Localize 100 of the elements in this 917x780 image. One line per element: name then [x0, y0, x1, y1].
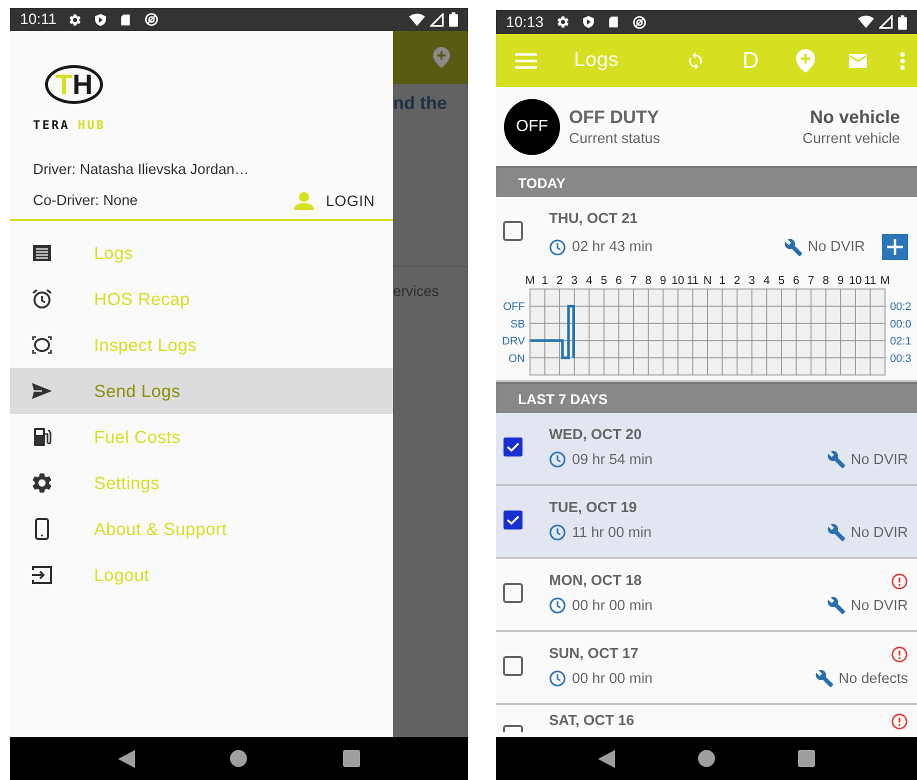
clock-icon [549, 597, 566, 614]
menu-item[interactable]: About & Support [10, 506, 393, 552]
driver-button[interactable]: D [738, 47, 762, 74]
back-icon[interactable] [118, 750, 135, 768]
scan-frame-icon [30, 333, 54, 357]
duty-total: 00:3 [890, 352, 912, 365]
hour-label: 1 [542, 275, 548, 287]
hour-label: 9 [837, 275, 844, 287]
clock-icon [549, 524, 566, 541]
shield-play-icon [582, 15, 595, 29]
hour-label: 4 [586, 275, 592, 287]
driver-name: Driver: Natasha Ilievska Jordan… [33, 162, 250, 178]
duty-status-label: ON [508, 352, 525, 365]
dvir-status: No DVIR [850, 452, 908, 468]
duty-status-label: DRV [502, 336, 525, 348]
duty-status-label: OFF [503, 301, 525, 314]
hour-label: 3 [748, 275, 756, 287]
settings-icon [30, 471, 54, 495]
log-duration: 02 hr 43 min [572, 239, 653, 255]
duty-total: 00:2 [890, 301, 912, 314]
app-bar-title: Logs [574, 49, 620, 72]
sd-card-icon [606, 15, 620, 29]
wrench-icon [784, 238, 803, 256]
hour-label: 6 [616, 275, 622, 287]
menu-item[interactable]: Settings [10, 460, 393, 506]
recents-icon[interactable] [343, 750, 360, 767]
log-date: THU, OCT 21 [549, 211, 638, 228]
log-date: SAT, OCT 16 [549, 713, 634, 730]
pin-plus-icon [796, 48, 815, 72]
duty-total: 02:1 [890, 336, 912, 348]
menu-item[interactable]: Logs [10, 230, 393, 276]
menu-icon [515, 52, 537, 68]
home-icon[interactable] [698, 750, 715, 767]
status-caption: Current status [569, 130, 662, 146]
log-date: SUN, OCT 17 [549, 646, 638, 663]
home-icon[interactable] [230, 750, 248, 767]
status-time: 10:13 [506, 14, 544, 30]
back-icon[interactable] [598, 750, 615, 768]
duty-status-label: SB [510, 318, 525, 330]
checkbox[interactable] [503, 510, 523, 530]
menu-item[interactable]: Fuel Costs [10, 414, 393, 460]
hour-label: 1 [719, 275, 726, 287]
wifi-icon [858, 15, 874, 29]
hour-label: 5 [600, 275, 608, 287]
duty-status-line [530, 304, 575, 360]
log-duration: 09 hr 54 min [572, 452, 653, 468]
signal-icon [879, 15, 893, 29]
checkbox[interactable] [503, 437, 523, 457]
clock-icon [549, 238, 566, 256]
add-button[interactable] [882, 234, 908, 260]
wrench-icon [826, 450, 846, 469]
signal-icon [430, 12, 444, 26]
hour-label: 8 [822, 275, 830, 287]
checkbox[interactable] [503, 583, 523, 603]
menu-item[interactable]: Send Logs [10, 368, 393, 414]
more-icon [900, 52, 905, 70]
clock-icon [549, 670, 566, 687]
logo-word: HUB [78, 118, 106, 132]
log-duration: 00 hr 00 min [572, 598, 653, 614]
battery-icon [449, 12, 458, 27]
settings-icon [68, 12, 82, 26]
pin-plus-icon [433, 47, 450, 68]
hour-label: 6 [793, 275, 800, 287]
hour-label: 5 [778, 275, 785, 287]
logo-mark: TH [45, 65, 103, 104]
hour-label: N [703, 275, 712, 287]
vehicle-name: No vehicle [810, 106, 900, 128]
menu-item[interactable]: Inspect Logs [10, 322, 393, 368]
sync-icon [686, 50, 705, 70]
battery-icon [898, 14, 907, 30]
settings-icon [556, 15, 570, 29]
hour-label: 7 [630, 275, 637, 287]
hour-label: 2 [556, 275, 563, 287]
logout-icon [30, 563, 54, 587]
checkbox[interactable] [503, 656, 523, 676]
dvir-status: No defects [838, 670, 908, 686]
menu-item[interactable]: HOS Recap [10, 276, 393, 322]
hour-label: M [880, 275, 890, 287]
log-date: MON, OCT 18 [549, 573, 642, 590]
hour-label: 10 [849, 275, 862, 287]
wrench-icon [826, 596, 846, 615]
section-header: LAST 7 DAYS [496, 382, 917, 413]
recents-icon[interactable] [798, 750, 816, 767]
hour-label: 2 [734, 275, 740, 287]
logo-word: TERA [33, 118, 70, 132]
log-date: WED, OCT 20 [549, 427, 642, 444]
hour-label: 3 [571, 275, 578, 287]
person-icon [294, 192, 314, 210]
hour-label: 4 [763, 275, 770, 287]
mail-icon [848, 54, 866, 68]
duty-status: OFF DUTY [569, 106, 660, 128]
checkbox[interactable] [503, 221, 523, 241]
co-driver-name: Co-Driver: None [33, 193, 138, 209]
login-button[interactable]: LOGIN [294, 192, 375, 210]
status-time: 10:11 [20, 11, 56, 28]
menu-item[interactable]: Logout [10, 552, 393, 598]
wrench-icon [826, 523, 846, 542]
wrench-icon [814, 669, 834, 688]
alarm-clock-icon [30, 287, 54, 311]
hour-label: M [525, 275, 535, 287]
